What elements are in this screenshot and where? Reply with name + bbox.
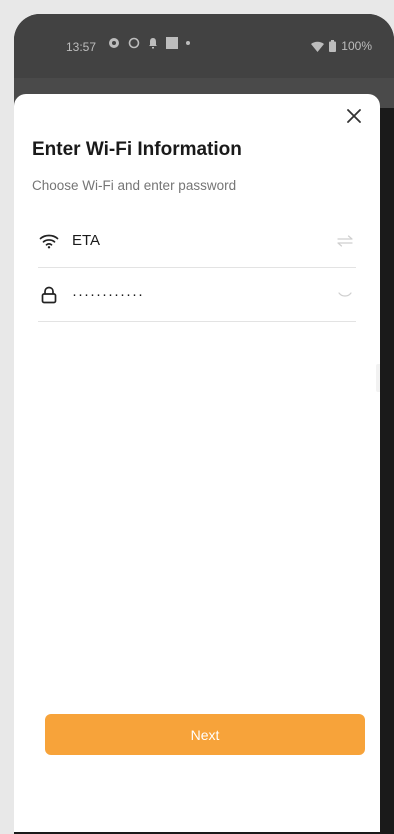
- status-time: 13:57: [66, 40, 97, 54]
- battery-icon: [329, 40, 337, 52]
- password-field[interactable]: ············: [38, 268, 356, 322]
- system-status-icons: 100%: [311, 39, 372, 53]
- eye-closed-icon[interactable]: [334, 284, 356, 306]
- square-notification-icon: [166, 37, 178, 49]
- lock-icon: [38, 284, 60, 306]
- battery-percent: 100%: [341, 39, 372, 53]
- page-title: Enter Wi-Fi Information: [32, 139, 242, 160]
- wifi-network-field[interactable]: ETA: [38, 214, 356, 268]
- home-indicator[interactable]: [154, 828, 260, 832]
- notification-icons: [108, 37, 190, 49]
- page-subtitle: Choose Wi-Fi and enter password: [32, 178, 237, 193]
- close-button[interactable]: [342, 104, 366, 128]
- circle-notification-icon: [128, 37, 140, 49]
- wifi-status-icon: [311, 41, 325, 52]
- password-value[interactable]: ············: [72, 286, 334, 303]
- wifi-network-name: ETA: [72, 232, 101, 249]
- wifi-icon: [38, 230, 60, 252]
- more-notifications-dot-icon: [186, 41, 190, 45]
- close-icon: [347, 109, 361, 123]
- phone-screen: 13:57 100% Enter Wi-Fi Information Choos…: [14, 14, 394, 834]
- swap-icon[interactable]: [334, 230, 356, 252]
- app-notification-icon: [109, 38, 119, 48]
- next-button[interactable]: Next: [45, 714, 365, 755]
- wifi-bottom-sheet: Enter Wi-Fi Information Choose Wi-Fi and…: [14, 94, 380, 834]
- bell-icon: [149, 38, 157, 49]
- status-bar: 13:57 100%: [14, 14, 394, 78]
- side-edge-handle: [376, 364, 380, 392]
